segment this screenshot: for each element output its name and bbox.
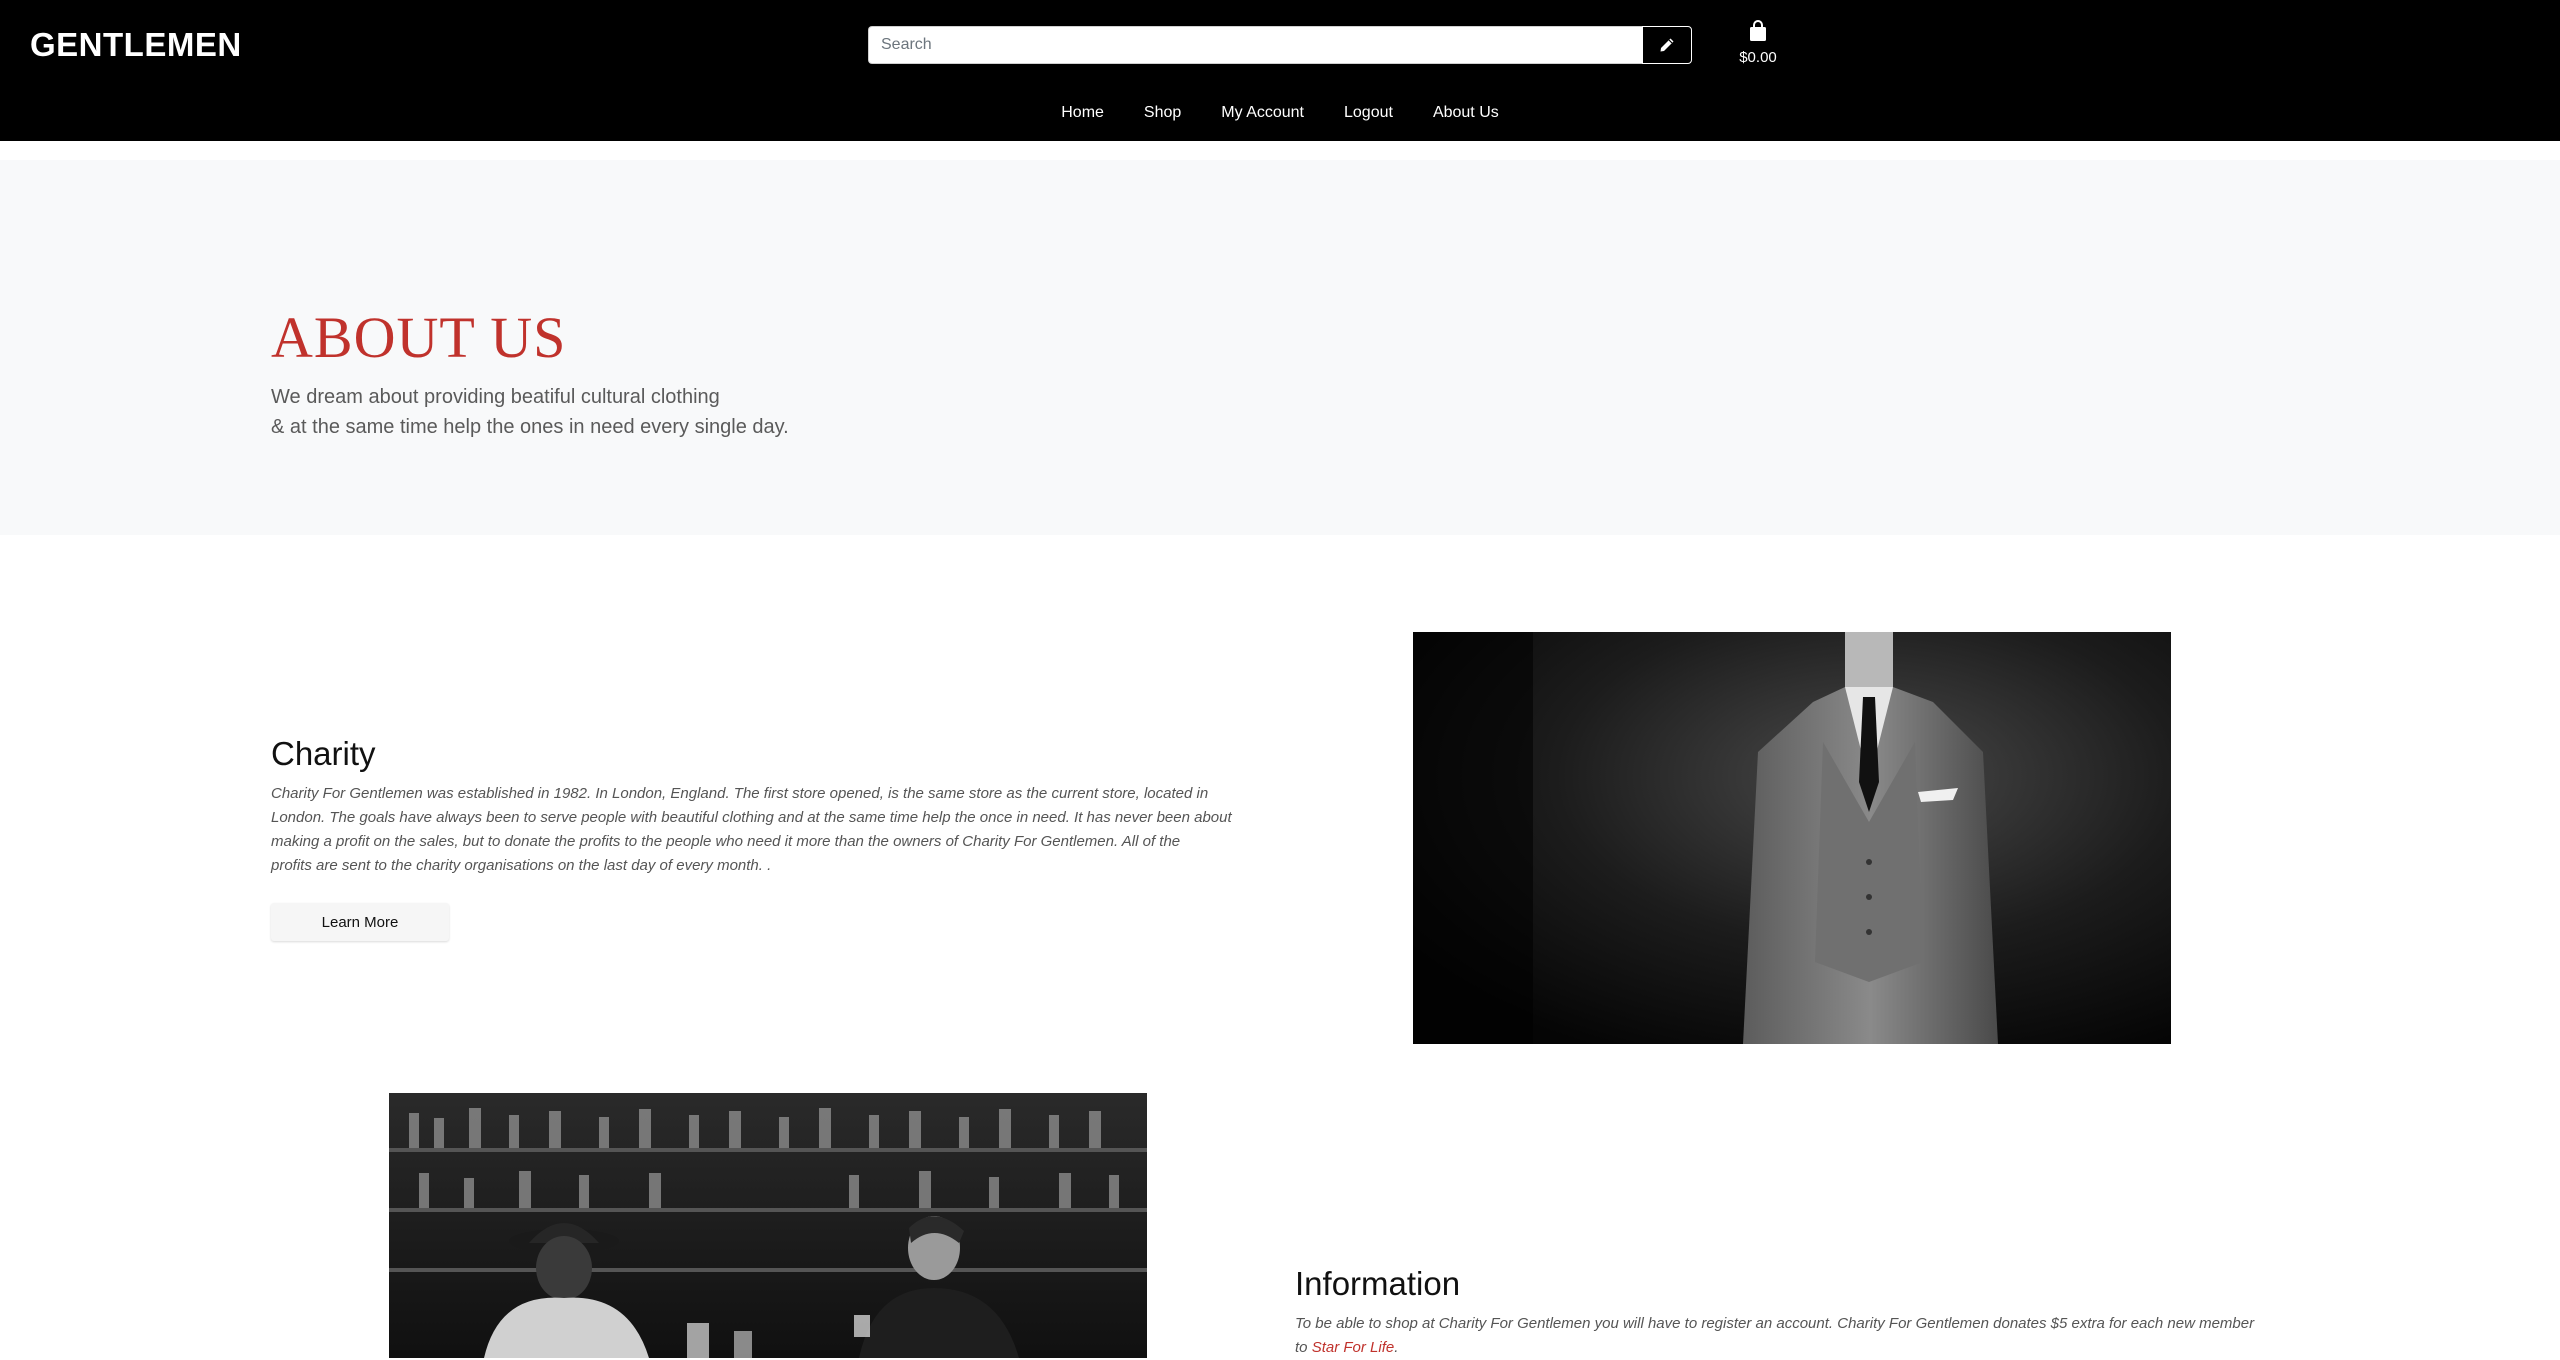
information-text-line: To be able to shop at Charity For Gentle… xyxy=(1295,1315,2255,1332)
charity-text: Charity For Gentlemen was established in… xyxy=(271,782,1271,878)
information-text-line: to Star For Life. xyxy=(1295,1336,2295,1360)
search-button[interactable] xyxy=(1642,26,1692,64)
charity-text-line: profits are sent to the charity organisa… xyxy=(271,857,772,874)
nav-about-us[interactable]: About Us xyxy=(1413,100,1519,126)
information-text-suffix: . xyxy=(1394,1339,1399,1356)
charity-heading: Charity xyxy=(271,735,376,772)
hero-subtitle-line: & at the same time help the ones in need… xyxy=(271,416,789,438)
nav-logout[interactable]: Logout xyxy=(1324,100,1413,126)
nav-home[interactable]: Home xyxy=(1041,100,1124,126)
charity-text-line: making a profit on the sales, but to don… xyxy=(271,833,1181,850)
shopping-bag-icon xyxy=(1750,20,1766,41)
information-text-prefix: to xyxy=(1295,1339,1312,1356)
charity-text-line: Charity For Gentlemen was established in… xyxy=(271,785,1209,802)
page-title: ABOUT US xyxy=(271,305,567,370)
hero-subtitle-line: We dream about providing beatiful cultur… xyxy=(271,386,720,408)
pencil-icon xyxy=(1660,38,1674,52)
suit-image xyxy=(1413,632,2171,1044)
bar-photo xyxy=(389,1093,1147,1358)
cart-total: $0.00 xyxy=(1739,49,1777,66)
suit-photo xyxy=(1413,632,2171,1044)
nav-my-account[interactable]: My Account xyxy=(1201,100,1324,126)
learn-more-button[interactable]: Learn More xyxy=(271,903,449,941)
main-nav: Home Shop My Account Logout About Us xyxy=(0,100,2560,126)
cart-button[interactable]: $0.00 xyxy=(1728,20,1788,68)
nav-shop[interactable]: Shop xyxy=(1124,100,1201,126)
star-for-life-link[interactable]: Star For Life xyxy=(1312,1339,1395,1356)
information-text: To be able to shop at Charity For Gentle… xyxy=(1295,1312,2295,1360)
hero-subtitle: We dream about providing beatiful cultur… xyxy=(271,382,789,442)
search-input[interactable] xyxy=(868,26,1642,64)
brand-logo[interactable]: GENTLEMEN xyxy=(30,26,242,64)
information-heading: Information xyxy=(1295,1265,1461,1302)
bar-image xyxy=(389,1093,1147,1358)
hero-section: ABOUT US We dream about providing beatif… xyxy=(0,160,2560,535)
charity-text-line: London. The goals have always been to se… xyxy=(271,809,1232,826)
top-navbar: GENTLEMEN $0.00 Home Shop My Account Log… xyxy=(0,0,2560,141)
search-form xyxy=(868,26,1692,64)
